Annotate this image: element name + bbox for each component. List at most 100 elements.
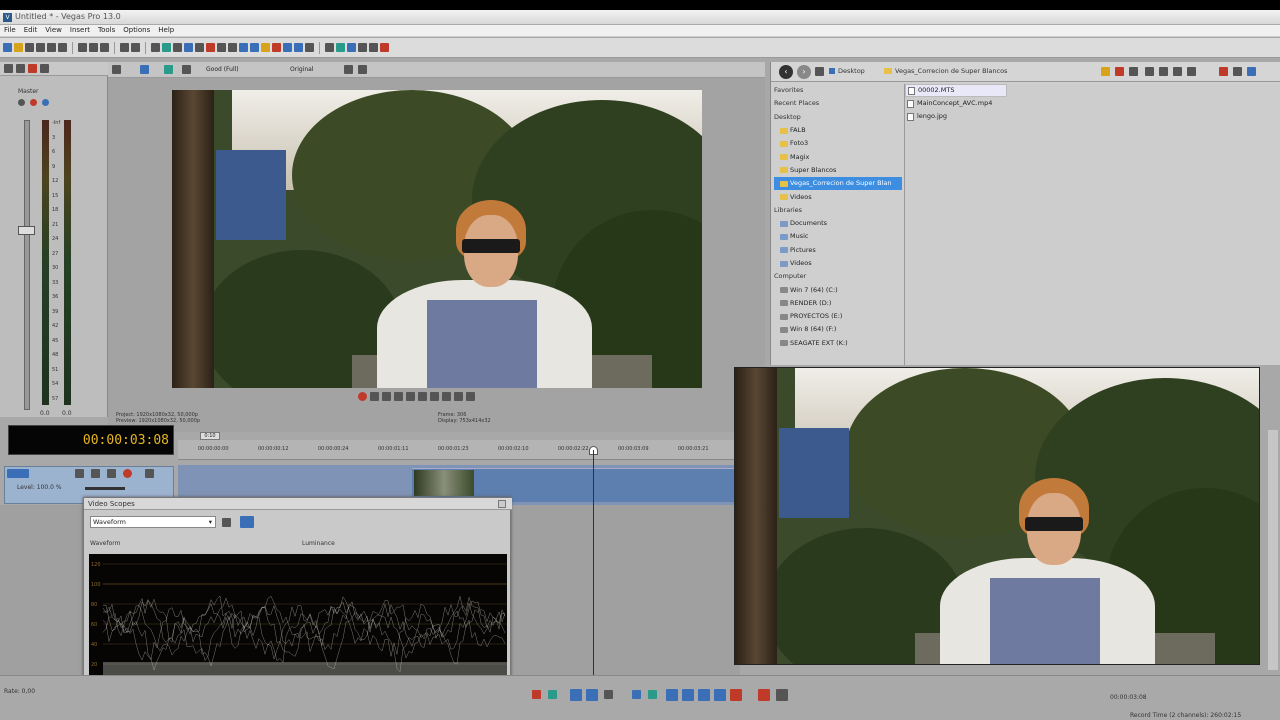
mixer-remove-icon[interactable] xyxy=(28,64,37,73)
up-folder-icon[interactable] xyxy=(815,67,824,76)
region-icon[interactable] xyxy=(548,690,557,699)
selection-tool-icon[interactable] xyxy=(173,43,182,52)
insert-command-icon[interactable] xyxy=(730,689,742,701)
pause-icon[interactable] xyxy=(406,392,415,401)
zoom-tool-icon[interactable] xyxy=(184,43,193,52)
split-screen-icon[interactable] xyxy=(182,65,191,74)
tree-item[interactable]: PROYECTOS (E:) xyxy=(774,310,902,323)
transitions-icon[interactable] xyxy=(358,43,367,52)
ripple-icon[interactable] xyxy=(758,689,770,701)
selection-edit-icon[interactable] xyxy=(604,690,613,699)
get-media-icon[interactable] xyxy=(1187,67,1196,76)
track-solo-icon[interactable] xyxy=(145,469,154,478)
menu-options[interactable]: Options xyxy=(119,25,154,35)
tree-item[interactable]: Recent Places xyxy=(774,97,902,110)
breadcrumb-root[interactable]: Desktop xyxy=(838,67,865,75)
loop-playback-icon[interactable] xyxy=(370,392,379,401)
scope-settings-icon[interactable] xyxy=(222,518,231,527)
remove-icon[interactable] xyxy=(1219,67,1228,76)
what-is-this-icon[interactable] xyxy=(305,43,314,52)
master-fader-handle[interactable] xyxy=(18,226,35,235)
new-folder-icon[interactable] xyxy=(1129,67,1138,76)
envelope-tool-icon[interactable] xyxy=(162,43,171,52)
preview-quality-dropdown[interactable]: Good (Full) xyxy=(206,66,239,73)
menu-file[interactable]: File xyxy=(0,25,20,35)
preview-display-dropdown[interactable]: Original xyxy=(290,66,313,73)
bus-solo-icon[interactable] xyxy=(30,99,37,106)
menu-insert[interactable]: Insert xyxy=(66,25,94,35)
video-scopes-titlebar[interactable]: Video Scopes xyxy=(84,498,512,510)
menu-view[interactable]: View xyxy=(41,25,66,35)
next-frame-icon[interactable] xyxy=(466,392,475,401)
start-preview-icon[interactable] xyxy=(1145,67,1154,76)
mixer-icon[interactable] xyxy=(369,43,378,52)
save-as-icon[interactable] xyxy=(36,43,45,52)
tree-item[interactable]: Pictures xyxy=(774,244,902,257)
master-fader-track[interactable] xyxy=(24,120,30,410)
timeline-ruler[interactable]: 00:00:00:00 00:00:00:12 00:00:00:24 00:00:0… xyxy=(178,440,738,460)
snapping-icon[interactable] xyxy=(195,43,204,52)
tree-item[interactable]: Computer xyxy=(774,270,902,283)
file-item[interactable]: lengo.jpg xyxy=(905,110,1007,123)
lock-envelopes-icon[interactable] xyxy=(228,43,237,52)
marker-icon[interactable] xyxy=(532,690,541,699)
tree-item[interactable]: Documents xyxy=(774,217,902,230)
tree-item[interactable]: Win 8 (64) (F:) xyxy=(774,323,902,336)
forward-icon[interactable]: › xyxy=(797,65,811,79)
split-icon[interactable] xyxy=(632,690,641,699)
file-item[interactable]: MainConcept_AVC.mp4 xyxy=(905,97,1007,110)
auto-ripple-icon[interactable] xyxy=(776,689,788,701)
online-help-icon[interactable] xyxy=(294,43,303,52)
media-generators-icon[interactable] xyxy=(347,43,356,52)
tree-item[interactable]: Videos xyxy=(774,190,902,203)
scope-type-dropdown[interactable]: Waveform ▾ xyxy=(90,516,216,528)
tree-item[interactable]: Win 7 (64) (C:) xyxy=(774,283,902,296)
bus-fx-icon[interactable] xyxy=(42,99,49,106)
tree-item[interactable]: RENDER (D:) xyxy=(774,297,902,310)
play-icon[interactable] xyxy=(394,392,403,401)
tree-item[interactable]: Videos xyxy=(774,257,902,270)
video-fx-icon[interactable] xyxy=(336,43,345,52)
tree-item[interactable]: FALB xyxy=(774,124,902,137)
file-item[interactable]: 00002.MTS xyxy=(905,84,1007,97)
menu-edit[interactable]: Edit xyxy=(20,25,42,35)
play-from-start-icon[interactable] xyxy=(382,392,391,401)
external-monitor-icon[interactable] xyxy=(140,65,149,74)
loop-region-marker[interactable]: 0:10 xyxy=(200,432,220,440)
playhead-cursor[interactable] xyxy=(593,450,594,675)
tree-item[interactable]: Desktop xyxy=(774,111,902,124)
track-level-slider[interactable] xyxy=(85,487,125,490)
previous-frame-icon[interactable] xyxy=(454,392,463,401)
edit-tool-icon[interactable] xyxy=(151,43,160,52)
new-project-icon[interactable] xyxy=(3,43,12,52)
menu-tools[interactable]: Tools xyxy=(94,25,119,35)
copy-snapshot-icon[interactable] xyxy=(358,65,367,74)
ignore-grouping-icon[interactable] xyxy=(239,43,248,52)
tree-item[interactable]: Libraries xyxy=(774,204,902,217)
track-motion-icon[interactable] xyxy=(75,469,84,478)
project-video-props-icon[interactable] xyxy=(112,65,121,74)
properties-icon[interactable] xyxy=(58,43,67,52)
normal-edit-icon[interactable] xyxy=(570,689,582,701)
open-icon[interactable] xyxy=(14,43,23,52)
delete-icon[interactable] xyxy=(1115,67,1124,76)
track-mute-icon[interactable] xyxy=(123,469,132,478)
stop-icon[interactable] xyxy=(418,392,427,401)
back-icon[interactable]: ‹ xyxy=(779,65,793,79)
scope-channel-dropdown[interactable]: Luminance xyxy=(302,540,335,547)
trim-start-icon[interactable] xyxy=(648,690,657,699)
trim-end-icon[interactable] xyxy=(666,689,678,701)
tree-item[interactable]: Favorites xyxy=(774,84,902,97)
redo-icon[interactable] xyxy=(131,43,140,52)
stereoscopic-icon[interactable] xyxy=(283,43,292,52)
favorites-icon[interactable] xyxy=(1101,67,1110,76)
markers-icon[interactable] xyxy=(261,43,270,52)
go-to-end-icon[interactable] xyxy=(442,392,451,401)
mixer-props-icon[interactable] xyxy=(4,64,13,73)
close-icon[interactable] xyxy=(498,500,506,508)
update-scopes-icon[interactable] xyxy=(240,516,254,528)
insert-region-icon[interactable] xyxy=(714,689,726,701)
refresh-icon[interactable] xyxy=(1233,67,1242,76)
breadcrumb-folder[interactable]: Vegas_Correcion de Super Blancos xyxy=(895,67,1007,75)
cut-icon[interactable] xyxy=(78,43,87,52)
